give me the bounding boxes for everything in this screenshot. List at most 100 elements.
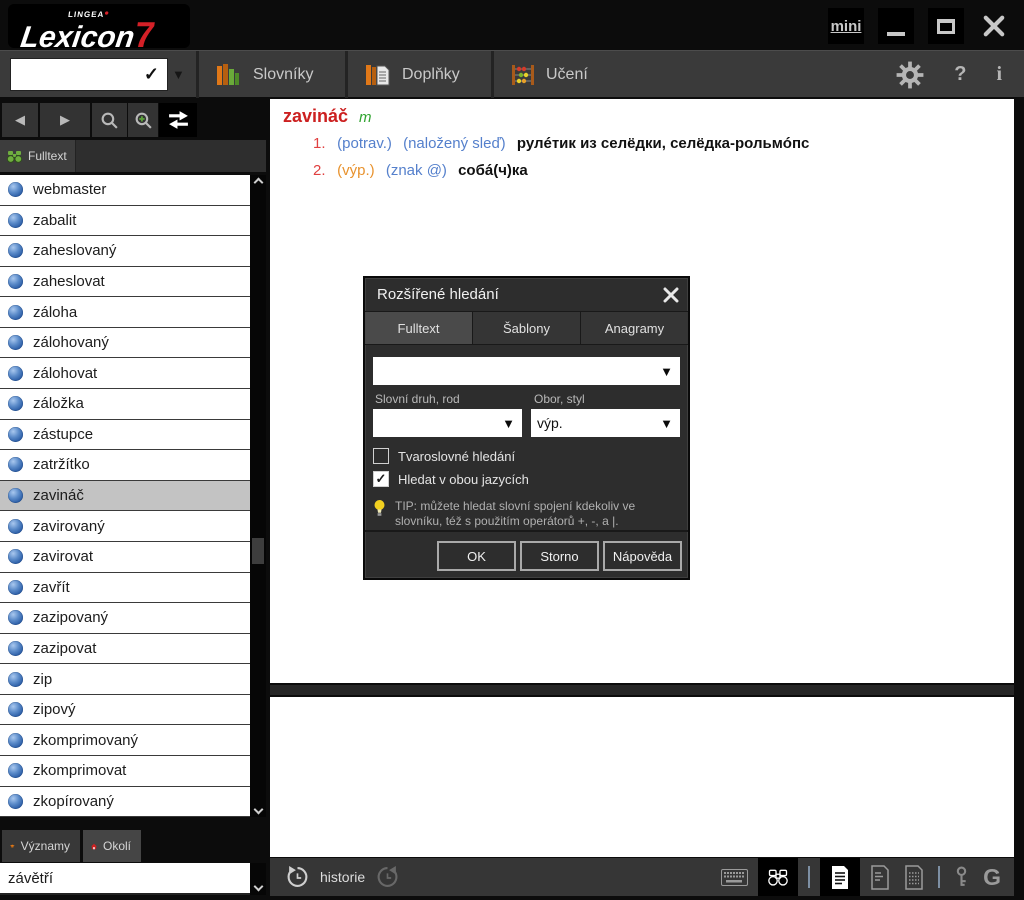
list-item[interactable]: zatržítko (0, 450, 250, 481)
tab-uceni-label: Učení (546, 66, 588, 84)
globe-icon (8, 335, 23, 350)
list-item[interactable]: záloha (0, 297, 250, 328)
chevron-right-icon: ▶ (60, 112, 70, 128)
tab-vyznamy-label: Významy (21, 839, 70, 853)
dropdown-arrow-icon[interactable]: ▼ (660, 364, 673, 379)
help-icon[interactable]: ? (954, 63, 966, 86)
list-item[interactable]: zálohovaný (0, 328, 250, 359)
list-item[interactable]: zkopírovaný (0, 787, 250, 818)
both-languages-checkbox[interactable]: ✓ (373, 471, 389, 487)
ok-button[interactable]: OK (437, 541, 516, 571)
translation-text: рулéтик из селёдки, селёдка-рольмóпс (517, 135, 810, 152)
globe-icon (8, 213, 23, 228)
tab-slovniky[interactable]: Slovníky (199, 51, 345, 98)
globe-icon (8, 182, 23, 197)
panel-divider[interactable] (270, 683, 1014, 697)
close-button[interactable] (976, 8, 1012, 44)
list-item[interactable]: zazipovaný (0, 603, 250, 634)
lexicon-logo: LINGEA• Lexicon7 (8, 4, 190, 48)
magnifier-plus-icon (134, 111, 153, 130)
dropdown-arrow-icon[interactable]: ▼ (660, 416, 673, 431)
maximize-button[interactable] (928, 8, 964, 44)
list-item[interactable]: zazipovat (0, 634, 250, 665)
dialog-tab-fulltext[interactable]: Fulltext (365, 312, 473, 344)
keyboard-icon[interactable] (721, 869, 748, 886)
storno-button[interactable]: Storno (520, 541, 599, 571)
minimize-button[interactable] (878, 8, 914, 44)
key-icon[interactable] (954, 866, 969, 889)
scroll-down-icon[interactable] (253, 805, 263, 815)
tab-vyznamy[interactable]: Významy (2, 830, 80, 862)
list-item[interactable]: webmaster (0, 175, 250, 206)
nearby-word-item[interactable]: závětří (0, 863, 250, 895)
fulltext-tab[interactable]: Fulltext (0, 140, 76, 172)
dropdown-arrow-icon[interactable]: ▼ (502, 416, 515, 431)
scroll-up-icon[interactable] (253, 178, 263, 188)
close-icon (983, 15, 1005, 37)
view-compact-entry-button[interactable] (904, 865, 924, 890)
scroll-down-icon[interactable] (253, 882, 263, 892)
word-label: zip (33, 671, 52, 688)
nearby-scrollbar[interactable] (250, 863, 266, 895)
word-label: zatržítko (33, 456, 90, 473)
checkmark-icon[interactable]: ✓ (144, 64, 167, 85)
tab-doplnky[interactable]: Doplňky (348, 51, 491, 98)
list-item[interactable]: zkomprimovaný (0, 725, 250, 756)
advanced-search-button[interactable] (128, 103, 158, 137)
list-scrollbar[interactable] (250, 175, 266, 817)
tab-okoli[interactable]: Okolí (83, 830, 141, 862)
dialog-tab-anagramy[interactable]: Anagramy (581, 312, 688, 344)
settings-gear-icon[interactable] (896, 61, 924, 89)
fulltext-search-toggle[interactable] (758, 858, 798, 896)
search-box[interactable]: ✓ (10, 58, 168, 91)
globe-icon (8, 366, 23, 381)
history-forward-icon[interactable] (376, 866, 399, 889)
list-item[interactable]: zip (0, 664, 250, 695)
info-icon[interactable]: i (996, 63, 1002, 86)
napoveda-button[interactable]: Nápověda (603, 541, 682, 571)
search-dropdown-arrow-icon[interactable]: ▼ (172, 67, 185, 82)
word-label: zavřít (33, 579, 70, 596)
back-button[interactable]: ◀ (2, 103, 38, 137)
google-search-icon[interactable]: G (983, 864, 1001, 891)
list-item[interactable]: zavirovaný (0, 511, 250, 542)
domain-style-combo[interactable]: výp. ▼ (531, 409, 680, 437)
list-item[interactable]: zálohovat (0, 358, 250, 389)
word-label: zálohovaný (33, 334, 109, 351)
dialog-close-button[interactable] (663, 287, 679, 308)
globe-icon (8, 549, 23, 564)
close-icon (663, 287, 679, 303)
word-class-combo[interactable]: ▼ (373, 409, 522, 437)
list-item[interactable]: zkomprimovat (0, 756, 250, 787)
morphology-checkbox[interactable] (373, 448, 389, 464)
globe-icon (8, 672, 23, 687)
list-item[interactable]: zavirovat (0, 542, 250, 573)
list-item[interactable]: záložka (0, 389, 250, 420)
history-back-icon[interactable] (286, 866, 309, 889)
swap-direction-button[interactable] (159, 103, 197, 137)
entry-gender: m (359, 109, 372, 126)
entry-sense: 1. (potrav.) (naložený sleď) рулéтик из … (283, 133, 1004, 154)
dialog-title: Rozšířené hledání (377, 286, 499, 303)
dialog-search-combo[interactable]: ▼ (373, 357, 680, 385)
list-item[interactable]: zástupce (0, 420, 250, 451)
word-label: zkopírovaný (33, 793, 114, 810)
dialog-tab-sablony[interactable]: Šablony (473, 312, 581, 344)
scroll-thumb[interactable] (252, 538, 264, 564)
list-item[interactable]: zaheslovaný (0, 236, 250, 267)
list-item-selected[interactable]: zavináč (0, 481, 250, 512)
list-item[interactable]: zipový (0, 695, 250, 726)
view-full-entry-button[interactable] (820, 858, 860, 896)
list-item[interactable]: zaheslovat (0, 267, 250, 298)
word-label: zabalit (33, 212, 76, 229)
list-item[interactable]: zabalit (0, 206, 250, 237)
tab-uceni[interactable]: Učení (494, 51, 640, 98)
search-button[interactable] (92, 103, 127, 137)
mini-button[interactable]: mini (828, 8, 864, 44)
word-label: zástupce (33, 426, 93, 443)
list-item[interactable]: zavřít (0, 573, 250, 604)
view-medium-entry-button[interactable] (870, 865, 890, 890)
globe-icon (8, 488, 23, 503)
search-input[interactable] (11, 66, 144, 83)
forward-button[interactable]: ▶ (40, 103, 90, 137)
